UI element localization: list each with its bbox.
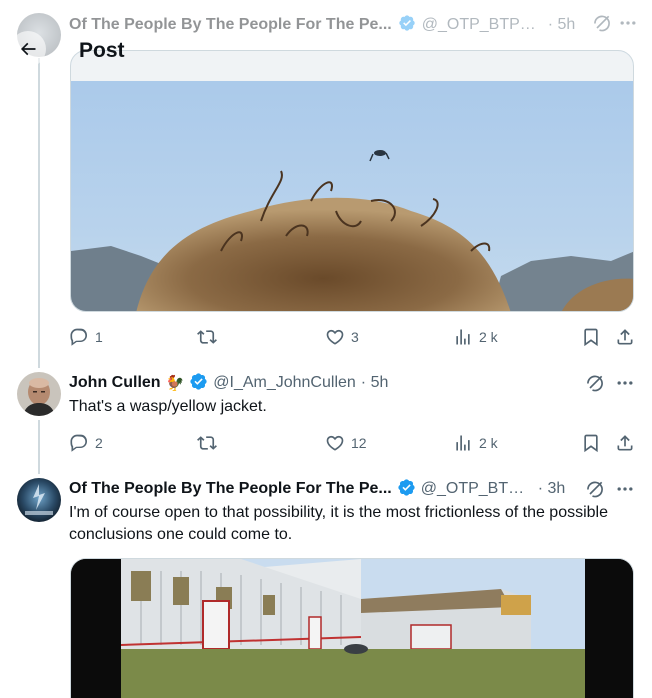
views-icon: [456, 435, 470, 451]
verified-icon: [398, 14, 416, 36]
author-name[interactable]: John Cullen: [69, 374, 161, 392]
share-button[interactable]: [615, 431, 635, 455]
post-video[interactable]: [70, 50, 634, 312]
bookmark-icon: [584, 434, 598, 453]
reply-button[interactable]: 2: [69, 431, 103, 455]
top-header: Of The People By The People For The Pe..…: [0, 0, 652, 67]
author-handle[interactable]: @I_Am_JohnCullen: [213, 374, 356, 392]
repost-icon: [197, 330, 217, 344]
avatar-image: [17, 478, 61, 522]
video-frame: [71, 559, 633, 698]
like-count: 12: [351, 435, 367, 451]
post-time[interactable]: · 3h: [538, 480, 566, 498]
author-handle[interactable]: @_OTP_BTP_F...: [421, 480, 533, 498]
views-button[interactable]: 2 k: [453, 431, 498, 455]
avatar[interactable]: [17, 478, 61, 522]
scrolled-author-handle: @_OTP_BTP_F...: [421, 16, 542, 33]
post-header: Of The People By The People For The Pe..…: [69, 478, 565, 500]
reply-icon: [70, 434, 88, 452]
avatar-image: [17, 372, 61, 416]
thread-line: [38, 420, 40, 474]
views-count: 2 k: [479, 329, 498, 345]
author-name[interactable]: Of The People By The People For The Pe..…: [69, 480, 392, 498]
grok-icon: [587, 375, 603, 392]
like-count: 3: [351, 329, 359, 345]
post-header: John Cullen 🐓 @I_Am_JohnCullen · 5h: [69, 372, 388, 394]
more-icon: [617, 381, 633, 385]
more-button[interactable]: [611, 369, 639, 397]
views-icon: [456, 329, 470, 345]
scrolled-post-time: · 5h: [547, 16, 576, 33]
chicken-emoji: 🐓: [165, 375, 185, 392]
share-icon: [617, 435, 633, 451]
scrolled-author-name: Of The People By The People For The Pe..…: [69, 16, 392, 33]
verified-icon: [189, 372, 208, 395]
avatar[interactable]: [17, 372, 61, 416]
repost-button[interactable]: [197, 325, 217, 349]
back-arrow-icon: [20, 42, 36, 56]
page-title: Post: [79, 39, 125, 62]
post-text: That's a wasp/yellow jacket.: [69, 398, 267, 415]
grok-button[interactable]: [581, 369, 609, 397]
like-icon: [326, 435, 344, 451]
grok-button[interactable]: [581, 475, 609, 503]
back-button[interactable]: [10, 31, 46, 67]
like-icon: [326, 329, 344, 345]
bookmark-button[interactable]: [581, 431, 601, 455]
scrolled-post-header: Of The People By The People For The Pe..…: [69, 14, 638, 36]
reply-icon: [70, 328, 88, 346]
repost-icon: [197, 436, 217, 450]
post-time[interactable]: · 5h: [361, 374, 389, 392]
share-button[interactable]: [615, 325, 635, 349]
like-button[interactable]: 12: [325, 431, 367, 455]
video-frame: [71, 51, 633, 311]
share-icon: [617, 329, 633, 345]
verified-icon: [397, 478, 416, 501]
post-actions: 1 3 2 k: [69, 325, 635, 349]
reply-count: 2: [95, 435, 103, 451]
post-video[interactable]: [70, 558, 634, 698]
views-count: 2 k: [479, 435, 498, 451]
views-button[interactable]: 2 k: [453, 325, 498, 349]
bookmark-icon: [584, 328, 598, 347]
reply-count: 1: [95, 329, 103, 345]
more-icon: [617, 487, 633, 491]
like-button[interactable]: 3: [325, 325, 359, 349]
more-icon: [618, 14, 638, 36]
repost-button[interactable]: [197, 431, 217, 455]
bookmark-button[interactable]: [581, 325, 601, 349]
more-button[interactable]: [611, 475, 639, 503]
post-text: I'm of course open to that possibility, …: [69, 504, 609, 543]
grok-icon: [587, 481, 603, 498]
grok-icon: [592, 14, 612, 36]
post-actions: 2 12 2 k: [69, 431, 635, 455]
reply-button[interactable]: 1: [69, 325, 103, 349]
thread-line: [38, 58, 40, 368]
